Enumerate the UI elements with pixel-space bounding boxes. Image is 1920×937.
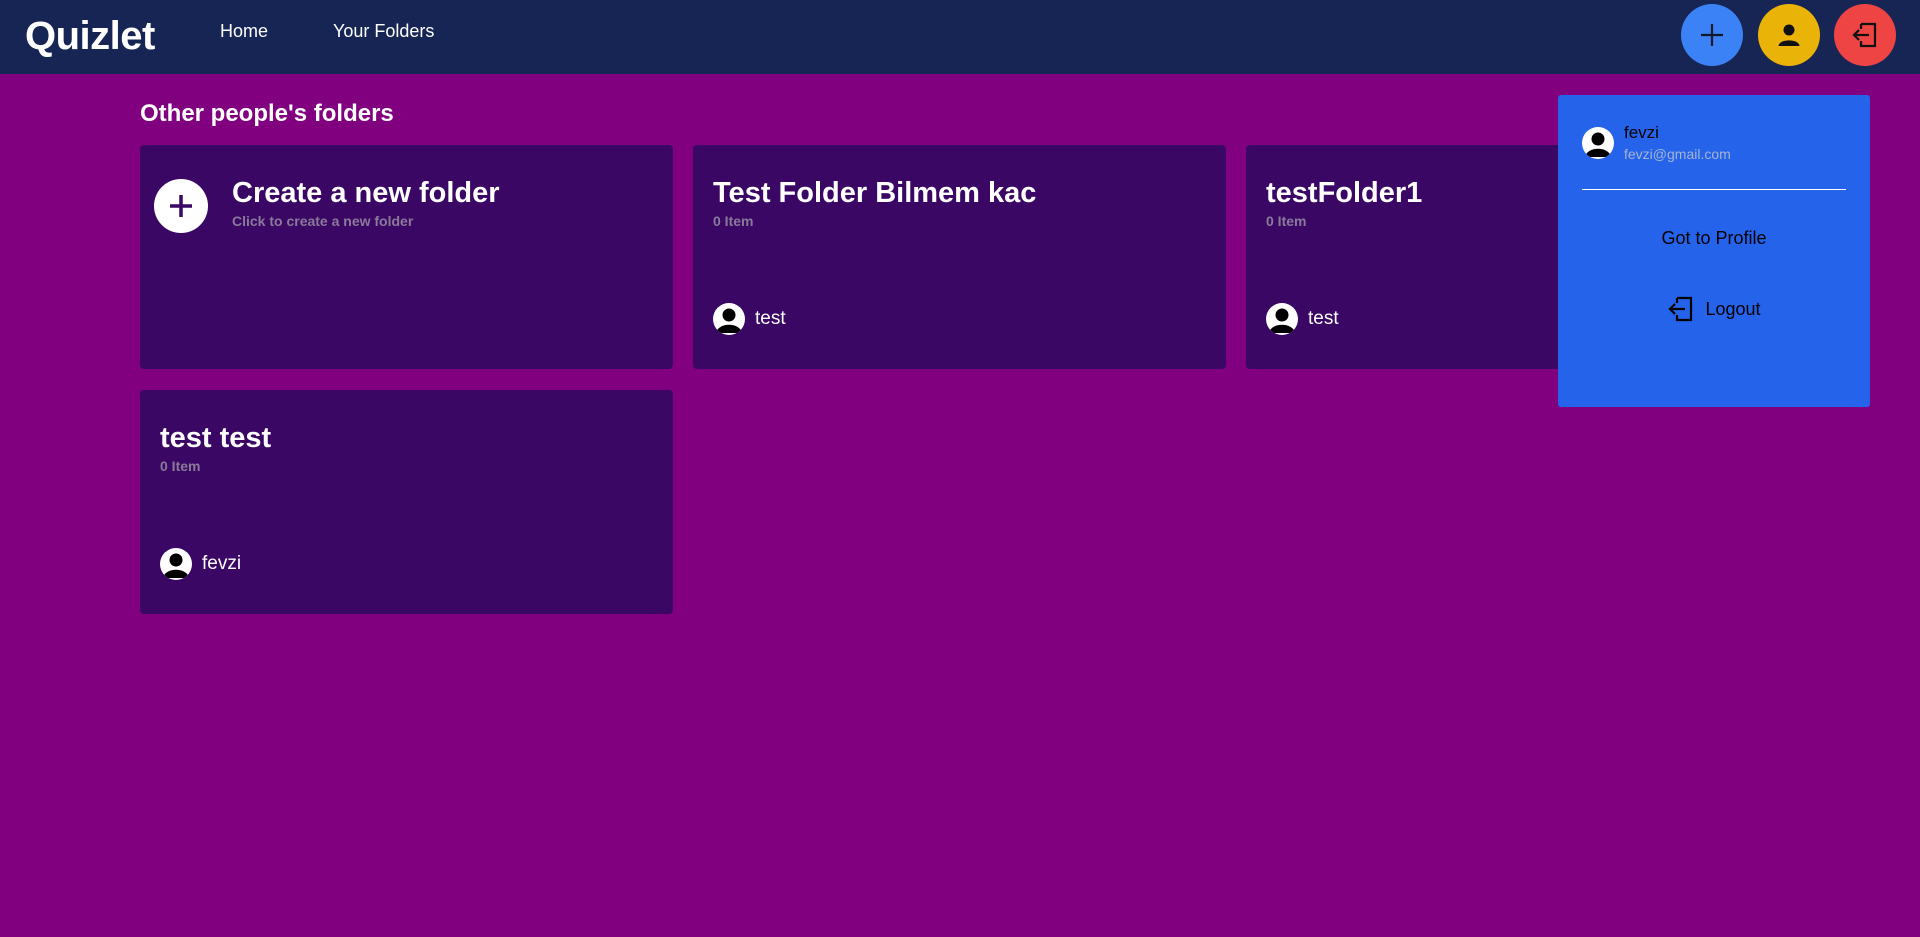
create-folder-plus-button[interactable] xyxy=(154,179,208,233)
user-icon xyxy=(1778,24,1800,46)
top-navbar: Quizlet Home Your Folders xyxy=(0,0,1920,74)
owner-name: fevzi xyxy=(202,553,242,574)
create-folder-subtitle: Click to create a new folder xyxy=(232,213,414,229)
avatar xyxy=(1582,127,1614,159)
avatar xyxy=(1266,303,1298,335)
go-to-profile-button[interactable]: Got to Profile xyxy=(1558,227,1870,249)
folder-owner: test xyxy=(1266,303,1339,335)
dropdown-logout-button[interactable]: Logout xyxy=(1558,295,1870,323)
folder-item-count: 0 Item xyxy=(1266,213,1307,229)
folder-item-count: 0 Item xyxy=(160,458,201,474)
dropdown-user-info: fevzi fevzi@gmail.com xyxy=(1582,123,1731,163)
section-title: Other people's folders xyxy=(140,100,394,127)
logout-icon xyxy=(1852,22,1877,48)
dropdown-email: fevzi@gmail.com xyxy=(1624,146,1731,162)
folder-title: testFolder1 xyxy=(1266,177,1423,209)
dropdown-divider xyxy=(1582,189,1846,190)
folder-card[interactable]: test test 0 Item fevzi xyxy=(140,390,673,614)
create-folder-title: Create a new folder xyxy=(232,177,500,209)
dropdown-username: fevzi xyxy=(1624,123,1659,142)
user-icon xyxy=(716,308,742,333)
owner-name: test xyxy=(1308,308,1339,329)
create-folder-card[interactable]: Create a new folder Click to create a ne… xyxy=(140,145,673,369)
folder-title: test test xyxy=(160,422,272,454)
folder-item-count: 0 Item xyxy=(713,213,754,229)
logout-icon xyxy=(1668,296,1693,322)
avatar xyxy=(713,303,745,335)
create-button[interactable] xyxy=(1681,4,1743,66)
folder-owner: fevzi xyxy=(160,548,241,580)
brand-logo[interactable]: Quizlet xyxy=(25,14,155,58)
nav-link-your-folders[interactable]: Your Folders xyxy=(333,20,434,42)
folder-title: Test Folder Bilmem kac xyxy=(713,177,1037,209)
user-icon xyxy=(1585,132,1611,157)
folder-card[interactable]: Test Folder Bilmem kac 0 Item test xyxy=(693,145,1226,369)
plus-icon xyxy=(1701,24,1723,46)
owner-name: test xyxy=(755,308,786,329)
plus-icon xyxy=(170,195,192,217)
avatar xyxy=(160,548,192,580)
profile-menu-button[interactable] xyxy=(1758,4,1820,66)
profile-dropdown: fevzi fevzi@gmail.com Got to Profile Log… xyxy=(1558,95,1870,407)
folder-owner: test xyxy=(713,303,786,335)
logout-label: Logout xyxy=(1705,299,1761,319)
dropdown-user-text: fevzi fevzi@gmail.com xyxy=(1624,123,1731,163)
user-icon xyxy=(1269,308,1295,333)
user-icon xyxy=(163,553,189,578)
logout-button[interactable] xyxy=(1834,4,1896,66)
nav-link-home[interactable]: Home xyxy=(220,20,268,42)
